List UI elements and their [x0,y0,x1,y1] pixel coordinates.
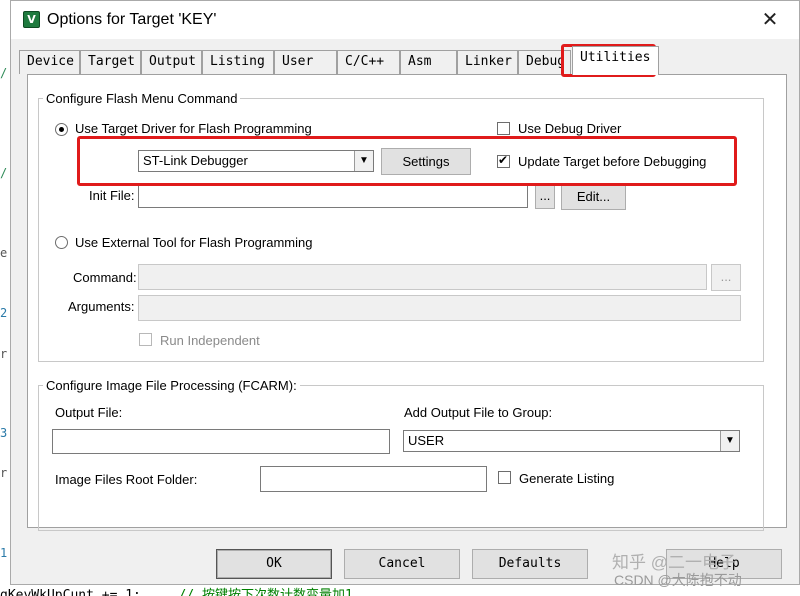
settings-button[interactable]: Settings [381,148,471,175]
arguments-input[interactable] [138,295,741,321]
editor-fragment: / [0,166,8,180]
generate-listing-checkbox[interactable] [498,471,511,484]
tab-utilities[interactable]: Utilities [572,46,659,75]
watermark-csdn: CSDN @大陈抱不动 [614,572,742,588]
command-browse-button[interactable]: ... [711,264,741,291]
init-file-browse-button[interactable]: ... [535,185,555,209]
utilities-panel: Configure Flash Menu Command Use Target … [27,74,787,531]
editor-fragment: e [0,246,8,260]
root-folder-label: Image Files Root Folder: [55,472,198,487]
update-target-label: Update Target before Debugging [518,154,707,169]
cancel-button[interactable]: Cancel [344,549,460,579]
update-target-checkbox[interactable] [497,153,510,168]
tab-target[interactable]: Target [80,50,141,74]
use-target-driver-label: Use Target Driver for Flash Programming [75,121,312,136]
use-external-tool-label: Use External Tool for Flash Programming [75,235,313,250]
tab-asm[interactable]: Asm [400,50,457,74]
options-dialog: V Options for Target 'KEY' ✕ Device Targ… [10,0,800,585]
editor-fragment: / [0,66,8,80]
tab-c-cpp[interactable]: C/C++ [337,50,400,74]
output-group-value: USER [408,433,445,448]
editor-fragment: r [0,347,8,361]
generate-listing-label: Generate Listing [519,471,615,486]
title-bar: V Options for Target 'KEY' ✕ [11,1,799,39]
editor-fragment: r [0,466,8,480]
init-file-edit-button[interactable]: Edit... [561,183,626,210]
tab-linker[interactable]: Linker [457,50,518,74]
editor-fragment: 2 [0,306,8,320]
editor-fragment: 3 [0,426,8,440]
image-processing-group-title: Configure Image File Processing (FCARM): [43,378,300,393]
root-folder-input[interactable] [260,466,487,492]
command-label: Command: [73,270,137,285]
use-target-driver-radio[interactable] [55,123,68,136]
image-processing-group [38,385,764,531]
output-group-select[interactable]: USER ▼ [403,430,740,452]
editor-code-line: gKeyWkUpCunt += 1; // 按键按下次数计数变量加1 [0,584,560,596]
editor-code-text: gKeyWkUpCunt += 1; [0,588,141,596]
init-file-label: Init File: [89,188,135,203]
use-debug-driver-checkbox[interactable] [497,122,510,135]
close-button[interactable]: ✕ [751,5,789,35]
editor-fragment: 1 [0,546,8,560]
flash-menu-group [38,98,764,362]
arguments-label: Arguments: [68,299,135,314]
use-debug-driver-label: Use Debug Driver [518,121,622,136]
defaults-button[interactable]: Defaults [472,549,588,579]
init-file-input[interactable] [138,185,528,208]
use-external-tool-radio[interactable] [55,236,68,249]
tab-output[interactable]: Output [141,50,202,74]
tab-device[interactable]: Device [19,50,80,74]
keil-app-icon: V [23,11,40,28]
ok-button[interactable]: OK [216,549,332,579]
dialog-title: Options for Target 'KEY' [47,11,217,28]
tab-user[interactable]: User [274,50,337,74]
editor-code-comment: // 按键按下次数计数变量加1 [178,588,353,596]
chevron-down-icon: ▼ [720,431,739,451]
flash-menu-group-title: Configure Flash Menu Command [43,91,241,106]
flash-driver-value: ST-Link Debugger [143,153,248,168]
tab-debug[interactable]: Debug [518,50,571,74]
add-output-group-label: Add Output File to Group: [404,405,553,420]
tab-listing[interactable]: Listing [202,50,274,74]
chevron-down-icon: ▼ [354,151,373,171]
flash-driver-select[interactable]: ST-Link Debugger ▼ [138,150,374,172]
run-independent-label: Run Independent [160,333,260,348]
run-independent-checkbox[interactable] [139,333,152,346]
command-input[interactable] [138,264,707,290]
output-file-input[interactable] [52,429,390,454]
output-file-label: Output File: [55,405,123,420]
